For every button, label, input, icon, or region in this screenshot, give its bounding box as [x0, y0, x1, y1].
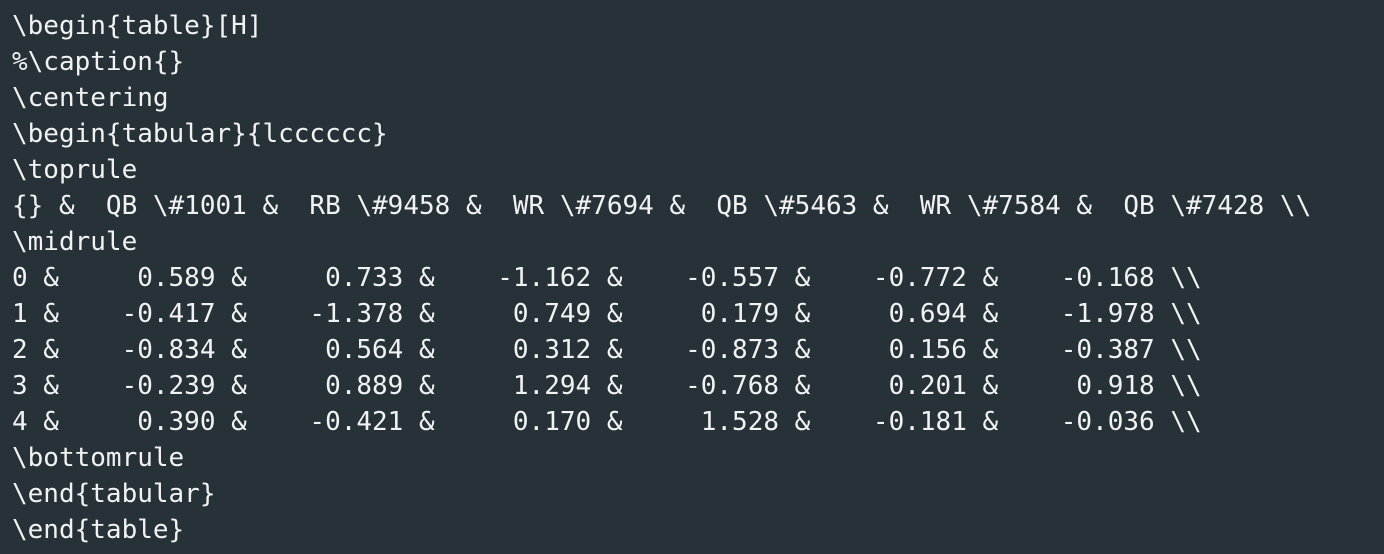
code-line-data-row[interactable]: 0 & 0.589 & 0.733 & -1.162 & -0.557 & -0…	[12, 260, 1384, 296]
code-line-centering[interactable]: \centering	[12, 80, 1384, 116]
code-editor[interactable]: \begin{table}[H] %\caption{} \centering …	[0, 0, 1384, 554]
code-line-header-row[interactable]: {} & QB \#1001 & RB \#9458 & WR \#7694 &…	[12, 188, 1384, 224]
code-line-caption-comment[interactable]: %\caption{}	[12, 44, 1384, 80]
code-line-midrule[interactable]: \midrule	[12, 224, 1384, 260]
code-line-begin-table[interactable]: \begin{table}[H]	[12, 8, 1384, 44]
code-line-data-row[interactable]: 2 & -0.834 & 0.564 & 0.312 & -0.873 & 0.…	[12, 332, 1384, 368]
code-line-bottomrule[interactable]: \bottomrule	[12, 440, 1384, 476]
code-line-data-row[interactable]: 4 & 0.390 & -0.421 & 0.170 & 1.528 & -0.…	[12, 404, 1384, 440]
code-line-data-row[interactable]: 3 & -0.239 & 0.889 & 1.294 & -0.768 & 0.…	[12, 368, 1384, 404]
code-line-data-row[interactable]: 1 & -0.417 & -1.378 & 0.749 & 0.179 & 0.…	[12, 296, 1384, 332]
code-line-end-table[interactable]: \end{table}	[12, 512, 1384, 548]
code-line-toprule[interactable]: \toprule	[12, 152, 1384, 188]
code-line-begin-tabular[interactable]: \begin{tabular}{lcccccc}	[12, 116, 1384, 152]
code-line-end-tabular[interactable]: \end{tabular}	[12, 476, 1384, 512]
